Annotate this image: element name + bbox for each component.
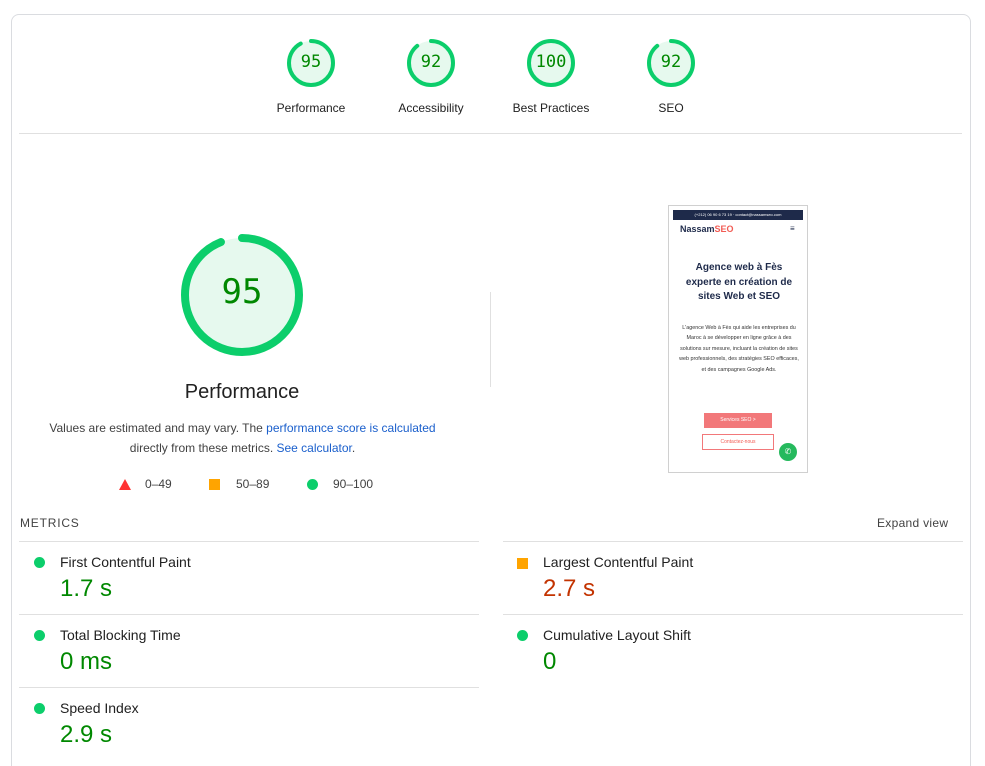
metric-name: Total Blocking Time xyxy=(60,627,181,643)
metric-name: Speed Index xyxy=(60,700,139,716)
performance-title: Performance xyxy=(184,381,300,403)
thumb-logo: NassamSEO xyxy=(680,224,734,234)
metric-value: 2.7 s xyxy=(543,575,596,602)
triangle-icon xyxy=(119,479,131,490)
metric-divider xyxy=(503,614,963,615)
gauge-label: Accessibility xyxy=(398,101,464,115)
gauge-score: 100 xyxy=(535,52,567,72)
metric-name: First Contentful Paint xyxy=(60,554,191,570)
see-calculator-link[interactable]: See calculator xyxy=(276,441,351,455)
gauge-performance[interactable]: 95 Performance xyxy=(251,38,371,115)
vertical-divider xyxy=(490,292,491,387)
pass-icon xyxy=(34,703,45,714)
metric-name: Largest Contentful Paint xyxy=(543,554,694,570)
pass-icon xyxy=(517,630,528,641)
gauge-label: Performance xyxy=(276,101,346,115)
thumb-heading: Agence web à Fès experte en création de … xyxy=(685,262,793,302)
thumb-contact-button: Contactez-nous xyxy=(702,434,774,450)
desc-text: directly from these metrics. xyxy=(129,441,277,455)
circle-icon xyxy=(307,479,318,490)
legend-range: 90–100 xyxy=(333,477,374,491)
metric-name: Cumulative Layout Shift xyxy=(543,627,691,643)
gauge-score: 92 xyxy=(420,52,442,72)
score-calculated-link[interactable]: performance score is calculated xyxy=(266,421,435,435)
metric-divider xyxy=(503,541,963,542)
gauge-accessibility[interactable]: 92 Accessibility xyxy=(371,38,491,115)
metric-divider xyxy=(19,614,479,615)
gauge-seo[interactable]: 92 SEO xyxy=(611,38,731,115)
pass-icon xyxy=(34,557,45,568)
metric-divider xyxy=(19,541,479,542)
metric-value: 1.7 s xyxy=(60,575,113,602)
metric-value: 2.9 s xyxy=(60,721,113,748)
performance-score: 95 xyxy=(221,272,263,312)
gauge-label: SEO xyxy=(658,101,684,115)
final-screenshot[interactable]: (+212) 06 90 6 73 19 · contact@nassamseo… xyxy=(668,205,808,473)
header-divider xyxy=(19,133,962,134)
square-icon xyxy=(209,479,220,490)
gauge-best-practices[interactable]: 100 Best Practices xyxy=(491,38,611,115)
thumb-paragraph: L'agence Web à Fès qui aide les entrepri… xyxy=(679,325,799,373)
logo-text-accent: SEO xyxy=(714,224,734,234)
average-icon xyxy=(517,558,528,569)
thumb-services-button: Services SEO > xyxy=(704,413,772,428)
whatsapp-icon: ✆ xyxy=(779,443,797,461)
logo-text: Nassam xyxy=(680,224,715,234)
gauge-score: 95 xyxy=(300,52,322,72)
legend-range: 0–49 xyxy=(145,477,172,491)
thumb-topbar: (+212) 06 90 6 73 19 · contact@nassamseo… xyxy=(673,210,803,220)
pass-icon xyxy=(34,630,45,641)
metric-value: 0 ms xyxy=(60,648,113,675)
hamburger-icon: ≡ xyxy=(790,224,795,233)
legend-range: 50–89 xyxy=(236,477,270,491)
metrics-heading: METRICS xyxy=(20,516,80,530)
metric-divider xyxy=(19,687,479,688)
gauge-score: 92 xyxy=(660,52,682,72)
expand-view-toggle[interactable]: Expand view xyxy=(877,516,948,530)
category-gauges: 95 Performance 92 Accessibility 100 Best… xyxy=(0,0,985,130)
desc-text: . xyxy=(351,441,356,455)
performance-description: Values are estimated and may vary. The p… xyxy=(30,418,455,458)
metric-value: 0 xyxy=(543,648,557,675)
gauge-label: Best Practices xyxy=(512,101,590,115)
desc-text: Values are estimated and may vary. The xyxy=(49,421,267,435)
